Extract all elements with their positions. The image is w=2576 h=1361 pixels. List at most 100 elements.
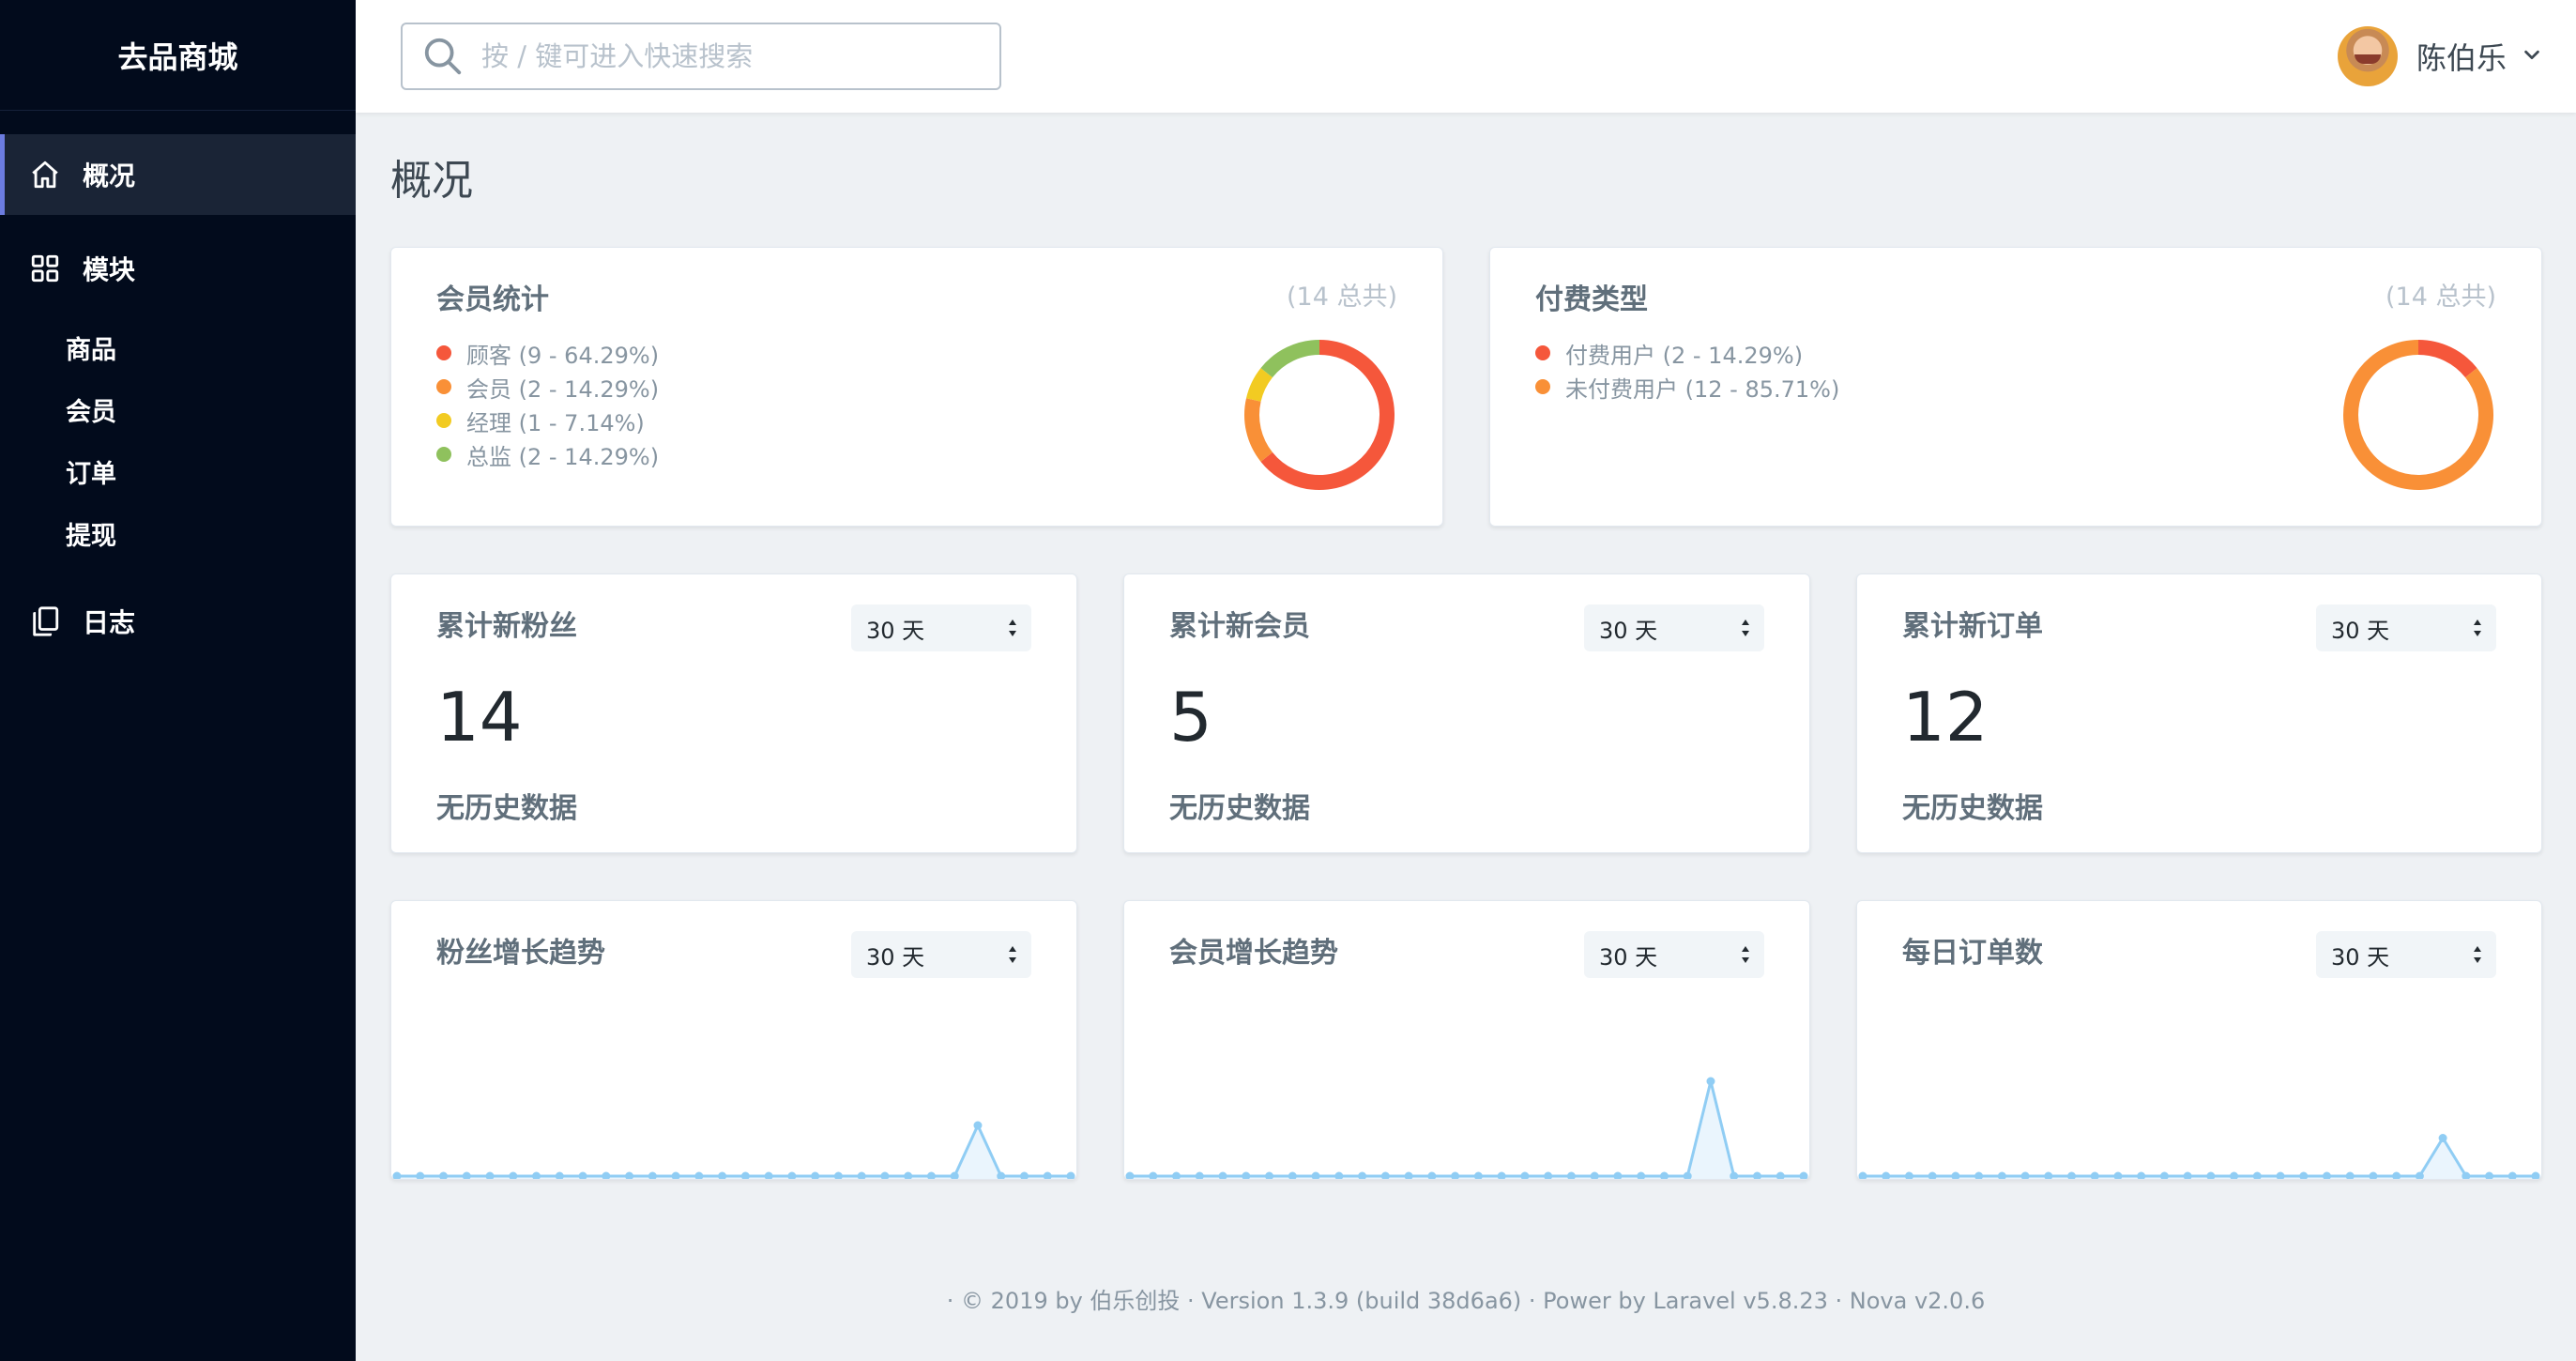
legend-label: 经理 (1 - 7.14%)	[466, 409, 645, 436]
fans-trend-chart	[392, 1121, 1075, 1179]
trend-point	[811, 1171, 820, 1179]
trend-point	[1451, 1171, 1460, 1179]
trend-point	[1066, 1171, 1075, 1179]
trend-point	[1659, 1171, 1669, 1179]
footer: · © 2019 by 伯乐创投 · Version 1.3.9 (build …	[946, 1288, 1986, 1314]
card-total: (14 总共)	[2385, 283, 2496, 312]
donut-slice-付费用户	[2417, 340, 2477, 378]
trend-point	[1380, 1171, 1390, 1179]
trend-point	[2485, 1171, 2494, 1179]
trend-point	[2369, 1171, 2378, 1179]
trend-point	[1637, 1171, 1646, 1179]
legend-item: 总监 (2 - 14.29%)	[436, 437, 659, 471]
top-header: 陈伯乐	[356, 0, 2576, 113]
page-title: 概况	[390, 157, 473, 205]
search-input[interactable]	[481, 40, 969, 72]
trend-point	[648, 1171, 657, 1179]
range-select[interactable]: 30 天	[1584, 604, 1764, 651]
trend-point	[602, 1171, 611, 1179]
sub-item-withdrawals[interactable]: 提现	[0, 502, 356, 564]
trend-point	[1706, 1077, 1715, 1086]
legend: 顾客 (9 - 64.29%) 会员 (2 - 14.29%) 经理 (1 - …	[436, 336, 659, 471]
legend-dot	[436, 345, 451, 360]
card-title: 粉丝增长趋势	[436, 937, 605, 970]
legend-item: 经理 (1 - 7.14%)	[436, 404, 659, 437]
trend-point	[2067, 1171, 2077, 1179]
trend-point	[973, 1121, 983, 1130]
legend: 付费用户 (2 - 14.29%) 未付费用户 (12 - 85.71%)	[1535, 336, 1839, 404]
nav-label-overview: 概况	[83, 161, 136, 191]
metric-note: 无历史数据	[1169, 792, 1310, 825]
member-stats-card: 会员统计 (14 总共) 顾客 (9 - 64.29%) 会员 (2 - 14.…	[390, 247, 1443, 527]
trend-point	[2252, 1171, 2262, 1179]
legend-dot	[436, 447, 451, 462]
nav-item-modules[interactable]: 模块	[0, 228, 356, 309]
trend-point	[2230, 1171, 2239, 1179]
card-total: (14 总共)	[1286, 283, 1397, 312]
select-arrows-icon	[2474, 619, 2481, 636]
card-title: 累计新粉丝	[436, 610, 577, 643]
trend-point	[2299, 1171, 2309, 1179]
chevron-down-icon	[2522, 44, 2542, 69]
trend-point	[1951, 1171, 1960, 1179]
trend-point	[1882, 1171, 1891, 1179]
search-icon	[421, 35, 465, 78]
donut-slice-经理	[1246, 368, 1273, 403]
trend-point	[2345, 1171, 2355, 1179]
trend-point	[718, 1171, 727, 1179]
range-select[interactable]: 30 天	[2316, 604, 2496, 651]
trend-point	[1473, 1171, 1483, 1179]
modules-sub-list: 商品 会员 订单 提现	[0, 309, 356, 572]
sub-item-members[interactable]: 会员	[0, 378, 356, 440]
card-title: 会员增长趋势	[1169, 937, 1338, 970]
nav-item-logs[interactable]: 日志	[0, 581, 356, 662]
legend-dot	[1535, 379, 1550, 394]
trend-point	[1125, 1171, 1135, 1179]
metric-note: 无历史数据	[436, 792, 577, 825]
global-search[interactable]	[401, 23, 1001, 90]
trend-point	[2322, 1171, 2331, 1179]
range-select[interactable]: 30 天	[851, 931, 1031, 978]
trend-point	[671, 1171, 680, 1179]
legend-label: 会员 (2 - 14.29%)	[466, 375, 660, 403]
range-select[interactable]: 30 天	[1584, 931, 1764, 978]
trend-point	[1613, 1171, 1623, 1179]
metric-value: 12	[1902, 678, 1989, 757]
range-select-value: 30 天	[1599, 943, 1658, 971]
user-menu[interactable]: 陈伯乐	[2337, 24, 2542, 88]
trend-area	[1863, 1138, 2536, 1179]
donut-slice-会员	[1244, 398, 1273, 462]
metric-value: 5	[1169, 678, 1212, 757]
fans-total-card: 累计新粉丝 30 天 14 无历史数据	[390, 573, 1077, 853]
pay-type-donut	[2343, 340, 2493, 490]
trend-point	[904, 1171, 913, 1179]
trend-point	[2020, 1171, 2030, 1179]
trend-point	[1776, 1171, 1785, 1179]
range-select[interactable]: 30 天	[851, 604, 1031, 651]
trend-point	[1974, 1171, 1984, 1179]
trend-point	[2392, 1171, 2401, 1179]
legend-label: 未付费用户 (12 - 85.71%)	[1565, 375, 1840, 403]
trend-point	[2438, 1134, 2447, 1142]
trend-point	[1265, 1171, 1274, 1179]
trend-point	[787, 1171, 797, 1179]
nav-label-modules: 模块	[83, 254, 136, 285]
members-trend-chart	[1125, 1077, 1808, 1179]
brand-title[interactable]: 去品商城	[0, 0, 356, 111]
trend-point	[2183, 1171, 2192, 1179]
range-select[interactable]: 30 天	[2316, 931, 2496, 978]
range-select-value: 30 天	[2331, 943, 2390, 971]
select-arrows-icon	[1742, 946, 1749, 963]
legend-item: 付费用户 (2 - 14.29%)	[1535, 336, 1839, 370]
select-arrows-icon	[1009, 946, 1016, 963]
trend-point	[1799, 1171, 1808, 1179]
trend-point	[1520, 1171, 1530, 1179]
trend-point	[1149, 1171, 1158, 1179]
sidebar: 去品商城 概况 模块 商品 会员 订单 提现 日志	[0, 0, 356, 1361]
nav-item-overview[interactable]: 概况	[0, 134, 356, 215]
legend-dot	[1535, 345, 1550, 360]
trend-point	[1358, 1171, 1367, 1179]
sub-item-products[interactable]: 商品	[0, 316, 356, 378]
trend-point	[926, 1171, 936, 1179]
sub-item-orders[interactable]: 订单	[0, 440, 356, 502]
